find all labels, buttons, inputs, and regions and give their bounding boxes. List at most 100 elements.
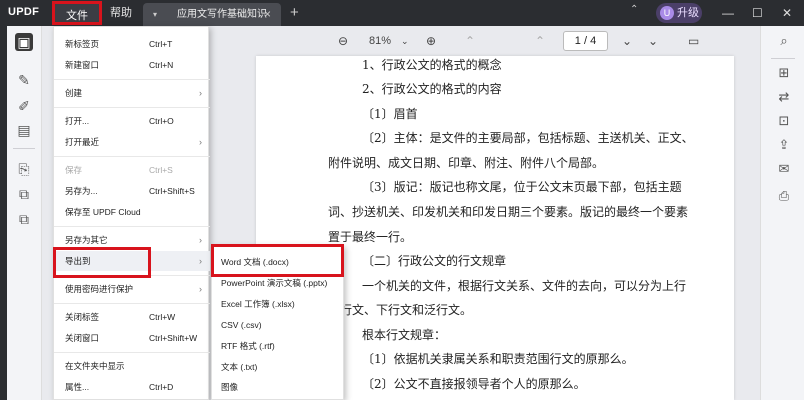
zoom-dropdown-icon[interactable]: ⌄ — [401, 32, 409, 50]
next-page-icon[interactable]: ⌄ — [622, 32, 632, 50]
highlight-icon[interactable]: ✎ — [15, 71, 33, 89]
doc-line: 1、行政公文的格式的概念 — [362, 58, 502, 72]
export-item-csv[interactable]: CSV (.csv) — [212, 315, 345, 336]
highlight-box-export — [53, 247, 151, 278]
menu-item-label: 保存至 UPDF Cloud — [65, 207, 141, 217]
export-item-rtf[interactable]: RTF 格式 (.rtf) — [212, 336, 345, 357]
menu-item-label: 关闭标签 — [65, 312, 100, 322]
tab-close-icon[interactable]: × — [264, 3, 271, 26]
export-item-image[interactable]: 图像 — [212, 377, 345, 398]
menu-item-save[interactable]: 保存 Ctrl+S — [54, 160, 210, 180]
doc-line: 置于最终一行。 — [328, 230, 413, 244]
menu-divider — [54, 303, 210, 304]
doc-line: 〔二〕行政公文的行文规章 — [362, 254, 507, 268]
convert-icon[interactable]: ⇄ — [775, 88, 793, 106]
doc-line: 附件说明、成文日期、印章、附注、附件八个局部。 — [328, 156, 605, 170]
upgrade-button[interactable]: U 升级 — [656, 3, 702, 23]
menu-item-shortcut: Ctrl+D — [149, 382, 174, 392]
reader-icon[interactable]: ▣ — [15, 33, 33, 51]
menu-item-shortcut: Ctrl+Shift+S — [149, 186, 195, 196]
export-item-label: CSV (.csv) — [221, 320, 262, 330]
updf-logo: UPDF — [8, 6, 40, 18]
doc-line: 〔1〕依据机关隶属关系和职责范围行文的原那么。 — [362, 352, 634, 366]
menu-item-label: 使用密码进行保护 — [65, 284, 134, 294]
doc-line: 词、抄送机关、印发机关和印发日期三个要素。版记的最终一个要素 — [328, 205, 689, 219]
menu-item-label: 保存 — [65, 165, 83, 175]
compress-icon[interactable]: ⧉ — [15, 185, 33, 203]
zoom-out-icon[interactable]: ⊖ — [338, 32, 348, 50]
document-tab[interactable]: ▾ 应用文写作基础知识 × — [143, 3, 281, 26]
share-icon[interactable]: ⇪ — [775, 136, 793, 154]
menu-file[interactable]: 文件 — [52, 1, 102, 25]
export-item-label: 文本 (.txt) — [221, 362, 258, 372]
left-strip — [0, 26, 7, 400]
menu-item-label: 创建 — [65, 88, 83, 98]
menu-item-label: 新建窗口 — [65, 60, 100, 70]
first-page-icon[interactable]: ⌃ — [465, 32, 475, 50]
close-window-button[interactable]: ✕ — [782, 3, 792, 23]
chevron-right-icon: › — [199, 284, 202, 294]
menu-divider — [54, 352, 210, 353]
menu-divider — [54, 156, 210, 157]
right-divider — [771, 58, 795, 59]
chevron-right-icon: › — [199, 256, 202, 266]
menu-item-show-in-folder[interactable]: 在文件夹中显示 — [54, 356, 210, 376]
menu-item-close-window[interactable]: 关闭窗口 Ctrl+Shift+W — [54, 328, 210, 348]
doc-line: 根本行文规章： — [362, 328, 447, 342]
protect-icon[interactable]: ⊡ — [775, 112, 793, 130]
form-icon[interactable]: ▤ — [15, 121, 33, 139]
menu-item-label: 属性... — [65, 382, 90, 392]
menu-divider — [54, 226, 210, 227]
organize-icon[interactable]: ⎘ — [15, 160, 33, 178]
export-item-label: Excel 工作簿 (.xlsx) — [221, 299, 295, 309]
left-divider — [13, 148, 35, 149]
menu-item-properties[interactable]: 属性... Ctrl+D — [54, 377, 210, 397]
menu-item-save-as[interactable]: 另存为... Ctrl+Shift+S — [54, 181, 210, 201]
prev-page-icon[interactable]: ⌃ — [535, 32, 545, 50]
doc-line: 〔2〕公文不直接报领导者个人的原那么。 — [362, 377, 586, 391]
menu-item-shortcut: Ctrl+S — [149, 165, 173, 175]
menu-item-new-tab[interactable]: 新标签页 Ctrl+T — [54, 34, 210, 54]
menu-help[interactable]: 帮助 — [110, 0, 132, 26]
menu-item-open[interactable]: 打开... Ctrl+O — [54, 111, 210, 131]
title-bar: UPDF 文件 帮助 ▾ 应用文写作基础知识 × + ⌃ U 升级 — ☐ ✕ — [0, 0, 804, 26]
search-icon[interactable]: ⌕ — [775, 32, 793, 50]
menu-item-open-recent[interactable]: 打开最近 › — [54, 132, 210, 152]
menu-divider — [54, 107, 210, 108]
menu-item-save-to-cloud[interactable]: 保存至 UPDF Cloud — [54, 202, 210, 222]
comment-icon[interactable]: ▭ — [688, 32, 699, 50]
edit-icon[interactable]: ✐ — [15, 97, 33, 115]
upgrade-label: 升级 — [677, 7, 699, 19]
page-indicator[interactable]: 1 / 4 — [563, 31, 608, 51]
menu-item-label: 打开... — [65, 116, 90, 126]
layers-icon[interactable]: ⧉ — [15, 210, 33, 228]
menu-item-password-protect[interactable]: 使用密码进行保护 › — [54, 279, 210, 299]
email-icon[interactable]: ✉ — [775, 160, 793, 178]
menu-item-shortcut: Ctrl+O — [149, 116, 174, 126]
menu-item-shortcut: Ctrl+T — [149, 39, 173, 49]
tab-title: 应用文写作基础知识 — [177, 9, 267, 20]
minimize-button[interactable]: — — [722, 3, 734, 23]
doc-line: 〔2〕主体：是文件的主要局部，包括标题、主送机关、正文、 — [362, 131, 694, 145]
ocr-icon[interactable]: ⊞ — [775, 64, 793, 82]
menu-item-close-tab[interactable]: 关闭标签 Ctrl+W — [54, 307, 210, 327]
menu-item-new-window[interactable]: 新建窗口 Ctrl+N — [54, 55, 210, 75]
tab-dropdown-icon[interactable]: ▾ — [153, 3, 157, 26]
export-item-excel[interactable]: Excel 工作簿 (.xlsx) — [212, 294, 345, 315]
menu-item-label: 另存为... — [65, 186, 98, 196]
zoom-in-icon[interactable]: ⊕ — [426, 32, 436, 50]
last-page-icon[interactable]: ⌄ — [648, 32, 658, 50]
new-tab-button[interactable]: + — [290, 3, 299, 23]
menu-item-shortcut: Ctrl+N — [149, 60, 174, 70]
chevron-right-icon: › — [199, 137, 202, 147]
maximize-button[interactable]: ☐ — [752, 3, 763, 23]
right-toolbar: ⌕ ⊞ ⇄ ⊡ ⇪ ✉ ⎙ — [760, 26, 804, 400]
menu-divider — [54, 79, 210, 80]
zoom-level[interactable]: 81% — [369, 32, 391, 50]
doc-line: 平行文、下行文和泛行文。 — [328, 303, 473, 317]
menu-item-label: 关闭窗口 — [65, 333, 100, 343]
chevron-up-icon[interactable]: ⌃ — [630, 4, 638, 15]
menu-item-create[interactable]: 创建 › — [54, 83, 210, 103]
save-icon[interactable]: ⎙ — [775, 187, 793, 205]
export-item-text[interactable]: 文本 (.txt) — [212, 357, 345, 378]
